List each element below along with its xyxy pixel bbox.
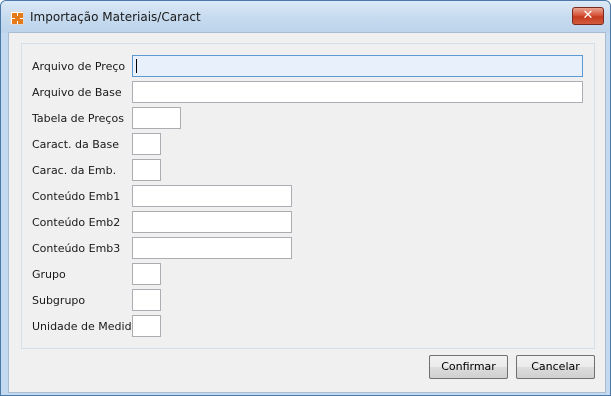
label-conteudo-emb2: Conteúdo Emb2 <box>32 216 121 229</box>
dialog-body: Arquivo de Preço Arquivo de Base Tabela … <box>8 32 606 393</box>
dialog-window: Importação Materiais/Caract ✕ Arquivo de… <box>0 0 611 396</box>
grupo-input[interactable] <box>132 263 161 285</box>
cancel-button[interactable]: Cancelar <box>516 355 595 379</box>
label-tabela-de-precos: Tabela de Preços <box>32 112 124 125</box>
label-carac-da-emb: Carac. da Emb. <box>32 164 117 177</box>
label-arquivo-de-base: Arquivo de Base <box>32 86 122 99</box>
label-subgrupo: Subgrupo <box>32 294 86 307</box>
arquivo-de-base-input[interactable] <box>132 81 583 103</box>
confirm-button[interactable]: Confirmar <box>429 355 508 379</box>
close-button[interactable]: ✕ <box>572 7 604 25</box>
label-unidade-de-medida: Unidade de Medida <box>32 320 139 333</box>
unidade-de-medida-input[interactable] <box>132 315 161 337</box>
subgrupo-input[interactable] <box>132 289 161 311</box>
arquivo-de-preco-input[interactable] <box>132 55 583 77</box>
carac-da-emb-input[interactable] <box>132 159 161 181</box>
window-title: Importação Materiais/Caract <box>30 10 201 24</box>
label-grupo: Grupo <box>32 268 66 281</box>
label-conteudo-emb3: Conteúdo Emb3 <box>32 242 121 255</box>
text-caret <box>136 59 137 73</box>
close-icon: ✕ <box>582 8 594 23</box>
conteudo-emb2-input[interactable] <box>132 211 292 233</box>
tabela-de-precos-input[interactable] <box>132 107 181 129</box>
app-icon <box>10 11 24 25</box>
conteudo-emb1-input[interactable] <box>132 185 292 207</box>
conteudo-emb3-input[interactable] <box>132 237 292 259</box>
label-caract-da-base: Caract. da Base <box>32 138 120 151</box>
label-arquivo-de-preco: Arquivo de Preço <box>32 60 126 73</box>
label-conteudo-emb1: Conteúdo Emb1 <box>32 190 121 203</box>
caract-da-base-input[interactable] <box>132 133 161 155</box>
title-bar[interactable]: Importação Materiais/Caract ✕ <box>1 1 610 33</box>
